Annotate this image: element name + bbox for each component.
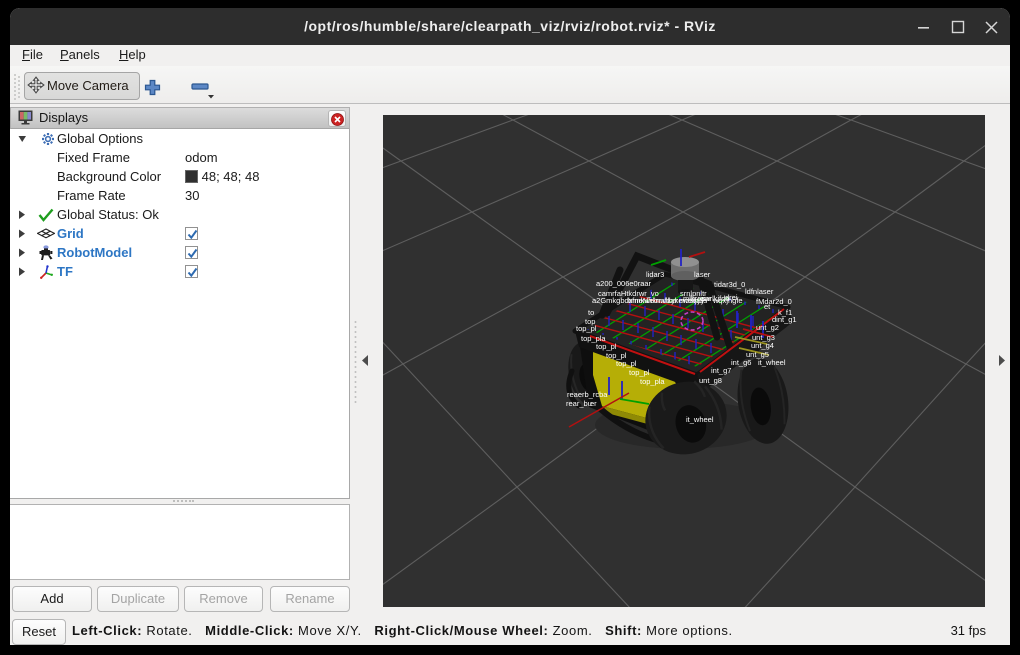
svg-text:unt_g8: unt_g8 — [699, 376, 722, 385]
svg-text:lidar3: lidar3 — [646, 270, 664, 279]
svg-text:int_g7: int_g7 — [711, 366, 731, 375]
svg-text:laser: laser — [694, 270, 711, 279]
svg-text:top_pl: top_pl — [576, 324, 597, 333]
svg-text:molkjuy: molkjuy — [679, 296, 705, 305]
svg-text:tidar3d_0: tidar3d_0 — [714, 280, 745, 289]
svg-text:rear_bu: rear_bu — [566, 399, 592, 408]
svg-text:er: er — [590, 399, 597, 408]
svg-text:wqxjhgfe: wqxjhgfe — [712, 296, 743, 305]
svg-text:int_g6: int_g6 — [731, 358, 751, 367]
svg-text:it_wheel: it_wheel — [758, 358, 786, 367]
svg-text:unt_g2: unt_g2 — [756, 323, 779, 332]
svg-text:et: et — [764, 302, 771, 311]
svg-text:it_wheel: it_wheel — [686, 415, 714, 424]
svg-text:to: to — [588, 308, 594, 317]
svg-text:ldfnlaser: ldfnlaser — [745, 287, 774, 296]
svg-text:top_pl: top_pl — [616, 359, 637, 368]
svg-text:top_pl: top_pl — [596, 342, 617, 351]
svg-text:a200_006e0raar: a200_006e0raar — [596, 279, 652, 288]
svg-text:fMdar2d_0: fMdar2d_0 — [756, 297, 792, 306]
svg-text:unt_g4: unt_g4 — [751, 341, 774, 350]
svg-text:top_pl: top_pl — [629, 368, 650, 377]
svg-text:top_pla: top_pla — [640, 377, 665, 386]
svg-text:reaerb_rcba: reaerb_rcba — [567, 390, 608, 399]
